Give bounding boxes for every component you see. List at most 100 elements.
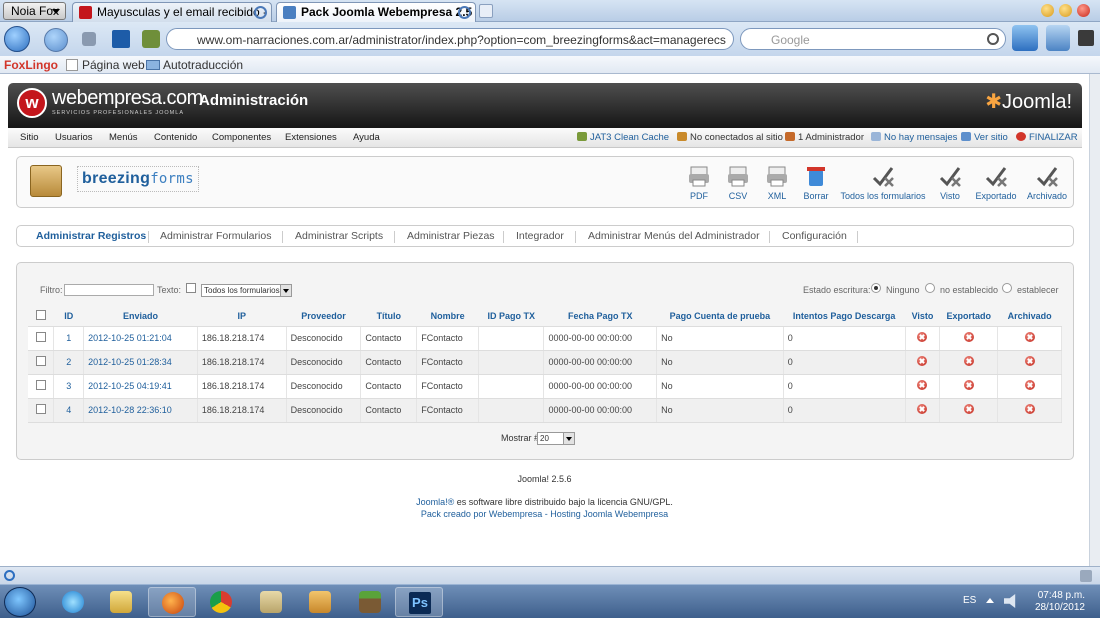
state-radio-establecer[interactable] [1002, 283, 1012, 293]
resize-grip-icon[interactable] [1080, 570, 1092, 582]
tab-administrar-formularios[interactable]: Administrar Formularios [160, 230, 271, 242]
row-checkbox[interactable] [35, 356, 46, 366]
column-header[interactable]: ID Pago TX [478, 306, 544, 327]
home-icon[interactable] [1012, 25, 1038, 51]
cell-id[interactable]: 3 [53, 374, 85, 399]
all-forms-button[interactable]: Todos los formularios [839, 162, 927, 202]
unpublished-x-icon[interactable] [917, 404, 928, 414]
unpublished-x-icon[interactable] [1024, 404, 1035, 414]
row-checkbox[interactable] [35, 380, 46, 390]
close-tab-icon[interactable] [458, 6, 471, 19]
tab-configuracion[interactable]: Configuración [782, 230, 847, 242]
tab-administrar-menus[interactable]: Administrar Menús del Administrador [588, 230, 760, 242]
credits-link[interactable]: Pack creado por Webempresa - Hosting Joo… [0, 509, 1089, 519]
browser-tab[interactable]: Mayusculas y el email recibido - Ho... [72, 2, 272, 22]
text-checkbox[interactable] [186, 283, 196, 293]
unpublished-x-icon[interactable] [963, 380, 974, 390]
volume-icon[interactable] [1004, 594, 1016, 608]
unpublished-x-icon[interactable] [963, 356, 974, 366]
unpublished-x-icon[interactable] [917, 356, 928, 366]
new-tab-button[interactable] [479, 4, 493, 18]
cell-enviado[interactable]: 2012-10-25 04:19:41 [83, 374, 198, 399]
search-icon[interactable] [987, 33, 999, 45]
column-header[interactable]: Proveedor [286, 306, 361, 327]
bookmark-autotraduccion[interactable]: Autotraducción [163, 58, 243, 72]
form-select[interactable]: Todos los formularios [201, 284, 292, 297]
column-header[interactable]: ID [53, 306, 84, 327]
column-header[interactable]: Título [360, 306, 417, 327]
taskbar-explorer[interactable] [97, 587, 145, 617]
cell-enviado[interactable]: 2012-10-25 01:28:34 [83, 350, 198, 375]
cell-enviado[interactable]: 2012-10-25 01:21:04 [83, 326, 198, 351]
back-button[interactable] [4, 26, 30, 52]
column-header[interactable]: IP [197, 306, 287, 327]
profile-icon[interactable] [1046, 25, 1070, 51]
taskbar-firefox[interactable] [148, 587, 196, 617]
forward-button[interactable] [44, 28, 68, 52]
messages-link[interactable]: No hay mensajes [871, 132, 957, 143]
vertical-scrollbar[interactable] [1089, 74, 1100, 566]
browser-menu-button[interactable]: Noia Fox [3, 2, 66, 20]
taskbar-ie[interactable] [49, 587, 97, 617]
tab-integrador[interactable]: Integrador [516, 230, 564, 242]
column-header[interactable]: Archivado [997, 306, 1062, 327]
unpublished-x-icon[interactable] [917, 380, 928, 390]
maximize-button[interactable] [1059, 4, 1072, 17]
joomla-link[interactable]: Joomla!® [416, 497, 454, 507]
taskbar-photoshop[interactable]: Ps [395, 587, 443, 617]
column-header[interactable]: Enviado [83, 306, 198, 327]
menu-item-componentes[interactable]: Componentes [212, 132, 271, 143]
unpublished-x-icon[interactable] [1024, 332, 1035, 342]
taskbar-minecraft[interactable] [346, 587, 394, 617]
close-window-button[interactable] [1077, 4, 1090, 17]
cell-enviado[interactable]: 2012-10-28 22:36:10 [83, 398, 198, 423]
bookmark-pagina-web[interactable]: Página web [82, 58, 145, 72]
row-checkbox[interactable] [35, 404, 46, 414]
state-radio-no-establecido[interactable] [925, 283, 935, 293]
foxlingo-button[interactable]: FoxLingo [4, 58, 58, 72]
taskbar-clock[interactable]: 07:48 p.m. 28/10/2012 [1035, 590, 1085, 614]
search-input[interactable]: Google [740, 28, 1006, 50]
cell-id[interactable]: 4 [53, 398, 85, 423]
extension-icon[interactable] [142, 30, 160, 48]
view-site-link[interactable]: Ver sitio [961, 132, 1008, 143]
column-header[interactable]: Visto [905, 306, 940, 327]
menu-item-sitio[interactable]: Sitio [20, 132, 38, 143]
column-header[interactable]: Fecha Pago TX [543, 306, 657, 327]
menu-item-contenido[interactable]: Contenido [154, 132, 197, 143]
unpublished-x-icon[interactable] [1024, 356, 1035, 366]
tools-icon[interactable] [82, 32, 96, 46]
stats-icon[interactable] [112, 30, 130, 48]
column-header[interactable]: Nombre [416, 306, 479, 327]
pager-select[interactable]: 20 [537, 432, 575, 445]
close-tab-icon[interactable] [254, 6, 267, 19]
menu-item-ayuda[interactable]: Ayuda [353, 132, 380, 143]
url-bar[interactable]: www.om-narraciones.com.ar/administrator/… [166, 28, 734, 50]
cell-id[interactable]: 2 [53, 350, 85, 375]
menu-item-menus[interactable]: Menús [109, 132, 138, 143]
tray-expand-icon[interactable] [986, 598, 994, 603]
column-header[interactable]: Intentos Pago Descarga [783, 306, 906, 327]
tab-administrar-registros[interactable]: Administrar Registros [36, 230, 146, 242]
taskbar-files[interactable] [247, 587, 295, 617]
seen-button[interactable]: Visto [925, 162, 975, 202]
column-header[interactable]: Pago Cuenta de prueba [656, 306, 784, 327]
logout-link[interactable]: FINALIZAR [1016, 132, 1078, 143]
language-indicator[interactable]: ES [963, 595, 976, 606]
state-radio-ninguno[interactable] [871, 283, 881, 293]
column-header[interactable]: Exportado [939, 306, 998, 327]
delete-button[interactable]: Borrar [791, 162, 841, 202]
taskbar-media[interactable] [296, 587, 344, 617]
filter-input[interactable] [64, 284, 154, 296]
browser-tab-active[interactable]: Pack Joomla Webempresa 2.5 - A... [276, 2, 476, 22]
archived-button[interactable]: Archivado [1022, 162, 1072, 202]
select-all-checkbox[interactable] [35, 309, 46, 320]
unpublished-x-icon[interactable] [917, 332, 928, 342]
menu-item-usuarios[interactable]: Usuarios [55, 132, 93, 143]
exported-button[interactable]: Exportado [971, 162, 1021, 202]
unpublished-x-icon[interactable] [963, 404, 974, 414]
unpublished-x-icon[interactable] [963, 332, 974, 342]
minimize-button[interactable] [1041, 4, 1054, 17]
tab-administrar-piezas[interactable]: Administrar Piezas [407, 230, 495, 242]
start-button[interactable] [4, 587, 36, 617]
